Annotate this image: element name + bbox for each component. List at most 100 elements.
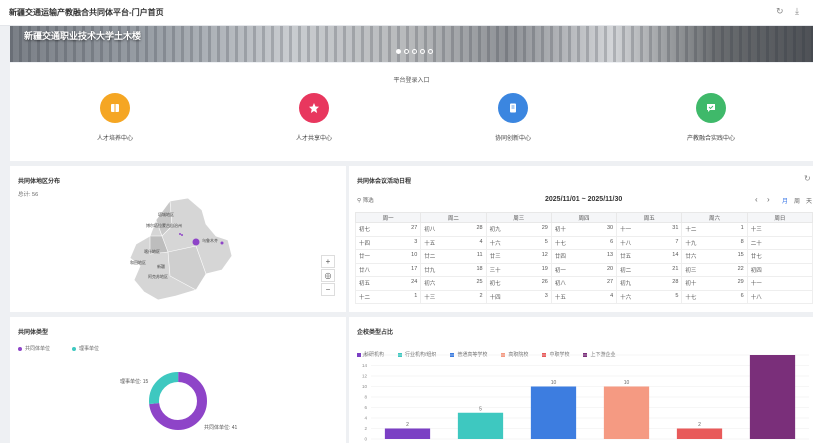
entry-practice[interactable]: 产教融合实践中心 [666,93,756,142]
calendar-day[interactable]: 三十 19 [485,262,552,277]
prev-month-button[interactable]: ‹ [755,195,758,204]
bar-value-label: 16 [770,353,776,355]
bar[interactable] [530,386,577,440]
entry-talent-sharing[interactable]: 人才共享中心 [269,93,359,142]
bar[interactable] [457,412,504,439]
calendar-day[interactable]: 十八 7 [616,235,683,250]
day-number: 31 [672,225,679,232]
weekday-header: 周四 [550,212,618,223]
view-week-button[interactable]: 周 [794,196,800,205]
calendar-day[interactable]: 十二 1 [681,222,748,237]
calendar-week: 十四 3 十五 4 十六 5 十七 6 十八 7 十九 8 二十 [354,235,813,250]
view-day-button[interactable]: 天 [806,196,812,205]
calendar-day[interactable]: 初四 [746,262,813,277]
entry-header: 平台登录入口 [393,78,430,84]
calendar-day[interactable]: 初七 27 [354,222,422,237]
calendar-day[interactable]: 十一 31 [616,222,683,237]
calendar-day[interactable]: 十九 8 [681,235,748,250]
carousel-dot[interactable] [412,49,417,54]
calendar-week: 十二 1 十三 2 十四 3 十五 4 十六 5 十七 6 十八 [354,289,813,304]
calendar-day[interactable]: 初三 22 [681,262,748,277]
entry-innovation[interactable]: 协同创新中心 [468,93,558,142]
day-number: 18 [476,265,483,272]
calendar-day[interactable]: 廿四 13 [550,249,618,264]
refresh-icon[interactable]: ↻ [804,174,811,183]
carousel-dot[interactable] [420,49,425,54]
map-point[interactable] [179,233,181,235]
map-point[interactable] [192,238,200,246]
entry-label: 产教融合实践中心 [686,136,735,142]
map-label: 阿克苏地区 [148,274,168,279]
calendar-day[interactable]: 初八 27 [550,276,618,291]
calendar-day[interactable]: 廿八 17 [354,262,422,277]
bar[interactable] [749,355,796,439]
calendar-day[interactable]: 十四 3 [354,235,422,250]
calendar-day[interactable]: 廿五 14 [616,249,683,264]
calendar-day[interactable]: 初六 25 [420,276,487,291]
refresh-icon[interactable]: ↻ [776,6,784,17]
calendar-day[interactable]: 廿七 [746,249,813,264]
calendar-day[interactable]: 十四 3 [485,289,552,304]
locate-button[interactable]: ◎ [321,269,335,282]
map-point[interactable] [220,241,224,245]
legend-item[interactable]: 理事单位 [72,345,99,352]
chat-icon [696,93,726,123]
calendar-day[interactable]: 十七 6 [550,235,618,250]
calendar-day[interactable]: 初八 28 [420,222,487,237]
view-month-button[interactable]: 月 [782,196,788,205]
zoom-in-button[interactable]: + [321,255,335,268]
calendar-day[interactable]: 十七 6 [681,289,748,304]
map-point[interactable] [181,234,183,236]
next-month-button[interactable]: › [767,195,770,204]
filter-button[interactable]: ⚲ 筛选 [357,196,374,204]
download-icon[interactable]: ⤓ [795,6,799,17]
calendar-day[interactable]: 初九 29 [485,222,552,237]
legend-item[interactable]: 共同体单位 [18,345,50,352]
day-number: 8 [740,238,744,245]
lunar-date: 初一 [554,267,566,274]
carousel-dot[interactable] [428,49,433,54]
calendar-day[interactable]: 十八 [746,289,813,304]
calendar-day[interactable]: 十三 2 [420,289,487,304]
calendar-day[interactable]: 廿二 11 [420,249,487,264]
calendar-day[interactable]: 十六 5 [485,235,552,250]
calendar-day[interactable]: 廿三 12 [485,249,552,264]
banner-carousel[interactable]: 新疆交通职业技术大学土木楼 [10,26,813,62]
day-number: 19 [541,265,548,272]
calendar-day[interactable]: 十二 1 [354,289,422,304]
enterprise-bar-chart[interactable]: 0 2 4 6 8 10 12 14 16 2 5 10 10 2 16 [349,353,813,443]
calendar-day[interactable]: 初一 20 [550,262,618,277]
calendar-day[interactable]: 十一 [746,276,813,291]
bar[interactable] [384,428,431,440]
bar[interactable] [603,386,650,440]
day-number: 10 [411,252,418,259]
calendar-day[interactable]: 初十 30 [550,222,618,237]
calendar-day[interactable]: 初七 26 [485,276,552,291]
calendar-day[interactable]: 初二 21 [616,262,683,277]
weekday-header: 周一 [354,212,422,223]
book-icon [100,93,130,123]
type-donut-chart[interactable] [146,369,210,433]
calendar-day[interactable]: 十五 4 [420,235,487,250]
xinjiang-map[interactable] [110,196,240,306]
calendar-day[interactable]: 十六 5 [616,289,683,304]
lunar-date: 初八 [554,281,566,288]
lunar-date: 初四 [750,267,762,274]
bar[interactable] [676,428,723,440]
calendar-day[interactable]: 初十 29 [681,276,748,291]
calendar-day[interactable]: 初五 24 [354,276,422,291]
carousel-dot[interactable] [396,49,401,54]
calendar-day[interactable]: 初九 28 [616,276,683,291]
zoom-out-button[interactable]: − [321,283,335,296]
entry-talent-training[interactable]: 人才培养中心 [70,93,160,142]
calendar-day[interactable]: 廿六 15 [681,249,748,264]
calendar-day[interactable]: 二十 [746,235,813,250]
carousel-dot[interactable] [404,49,409,54]
calendar-day[interactable]: 十三 [746,222,813,237]
calendar-day[interactable]: 廿九 18 [420,262,487,277]
legend-swatch [72,346,76,351]
calendar-day[interactable]: 廿一 10 [354,249,422,264]
calendar-day[interactable]: 十五 4 [550,289,618,304]
bar-value-label: 2 [698,422,701,428]
banner-caption: 新疆交通职业技术大学土木楼 [24,31,142,41]
